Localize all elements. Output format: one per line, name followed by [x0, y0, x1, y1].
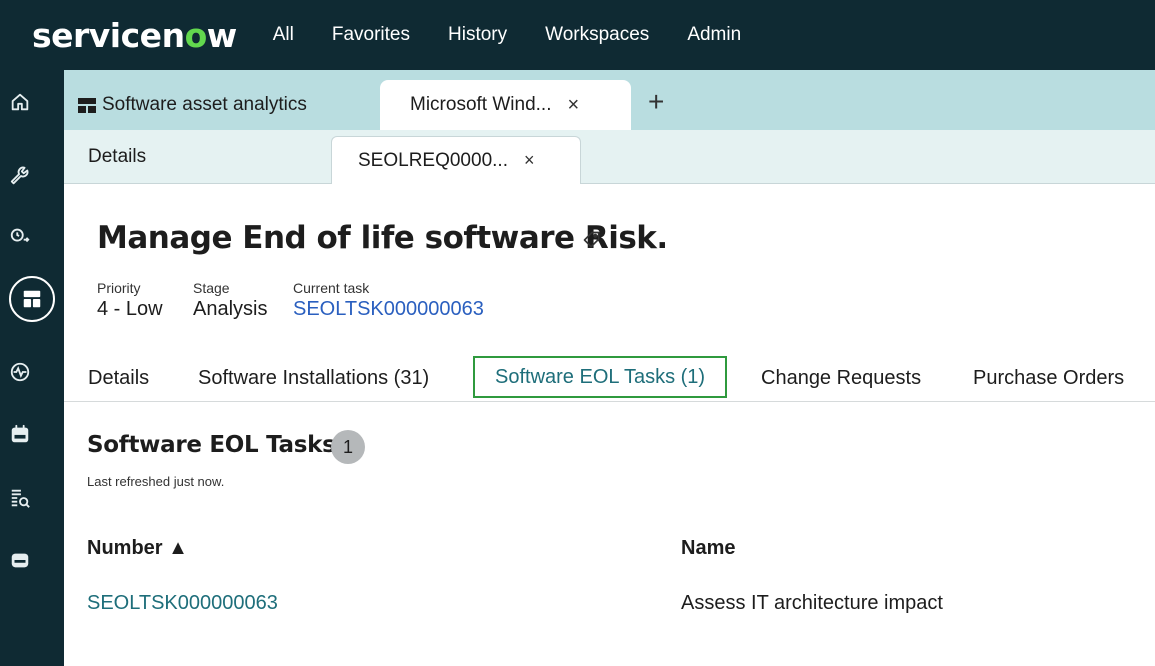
field-current-task: Current task SEOLTSK000000063 — [293, 280, 484, 321]
column-header-name[interactable]: Name — [681, 537, 735, 560]
tab-change-requests[interactable]: Change Requests — [761, 358, 921, 398]
field-priority: Priority 4 - Low — [97, 280, 163, 321]
last-refreshed-text: Last refreshed just now. — [87, 474, 225, 489]
workspace-tab-software-asset-analytics[interactable]: Software asset analytics — [78, 80, 307, 130]
inbox-icon[interactable] — [0, 540, 40, 580]
add-tab-plus-icon[interactable]: + — [648, 86, 664, 118]
left-rail — [0, 70, 64, 666]
nav-admin[interactable]: Admin — [687, 24, 741, 46]
nav-all[interactable]: All — [273, 24, 294, 46]
main-nav: All Favorites History Workspaces Admin — [273, 24, 779, 46]
related-list-title: Software EOL Tasks — [87, 432, 336, 458]
nav-workspaces[interactable]: Workspaces — [545, 24, 649, 46]
nav-favorites[interactable]: Favorites — [332, 24, 410, 46]
tab-software-eol-tasks[interactable]: Software EOL Tasks (1) — [473, 356, 728, 398]
nav-history[interactable]: History — [448, 24, 507, 46]
sub-tab-details[interactable]: Details — [88, 130, 146, 184]
workspace-tab-label: Software asset analytics — [102, 94, 307, 115]
search-list-icon[interactable] — [0, 478, 40, 518]
workspace-icon-ring — [9, 276, 55, 322]
field-label: Priority — [97, 280, 141, 296]
tag-icon[interactable] — [582, 230, 602, 250]
column-header-number[interactable]: Number ▲ — [87, 537, 188, 560]
close-icon[interactable]: × — [524, 150, 535, 171]
calendar-icon[interactable] — [0, 414, 40, 454]
workspace-icon[interactable] — [0, 276, 56, 322]
workspace-tab-label: Microsoft Wind... — [410, 94, 552, 115]
field-label: Current task — [293, 280, 370, 296]
home-icon[interactable] — [0, 82, 40, 122]
current-task-link[interactable]: SEOLTSK000000063 — [293, 298, 484, 321]
activity-icon[interactable] — [0, 352, 40, 392]
wrench-icon[interactable] — [0, 156, 40, 196]
tab-purchase-orders[interactable]: Purchase Orders — [973, 358, 1124, 398]
workspace-tab-bar: Software asset analytics Microsoft Wind.… — [64, 70, 1155, 130]
record-sub-tab-bar: Details SEOLREQ0000... × — [64, 130, 1155, 184]
task-number-link[interactable]: SEOLTSK000000063 — [87, 592, 278, 615]
logo-text-post: w — [206, 15, 238, 55]
field-value: Analysis — [193, 298, 268, 320]
field-label: Stage — [193, 280, 230, 296]
record-tab-bar: Details Software Installations (31) Soft… — [64, 352, 1155, 402]
workspace-tab-microsoft-windows[interactable]: Microsoft Wind... × — [380, 80, 631, 130]
field-stage: Stage Analysis — [193, 280, 267, 321]
tab-software-installations[interactable]: Software Installations (31) — [198, 358, 429, 398]
logo-text-pre: servicen — [32, 15, 185, 55]
top-header: servicenow All Favorites History Workspa… — [0, 0, 1155, 70]
task-name: Assess IT architecture impact — [681, 592, 943, 614]
servicenow-logo[interactable]: servicenow — [32, 16, 237, 55]
count-badge: 1 — [331, 430, 365, 464]
field-value: 4 - Low — [97, 298, 163, 320]
sub-tab-seolreq[interactable]: SEOLREQ0000... × — [331, 136, 581, 184]
logo-text-o: o — [184, 15, 208, 55]
sub-tab-label: SEOLREQ0000... — [358, 149, 508, 171]
sub-tab-label: Details — [88, 146, 147, 167]
close-icon[interactable]: × — [567, 94, 579, 117]
dashboard-grid-icon — [78, 97, 96, 113]
tab-details[interactable]: Details — [88, 358, 149, 398]
time-forward-icon[interactable] — [0, 216, 40, 256]
